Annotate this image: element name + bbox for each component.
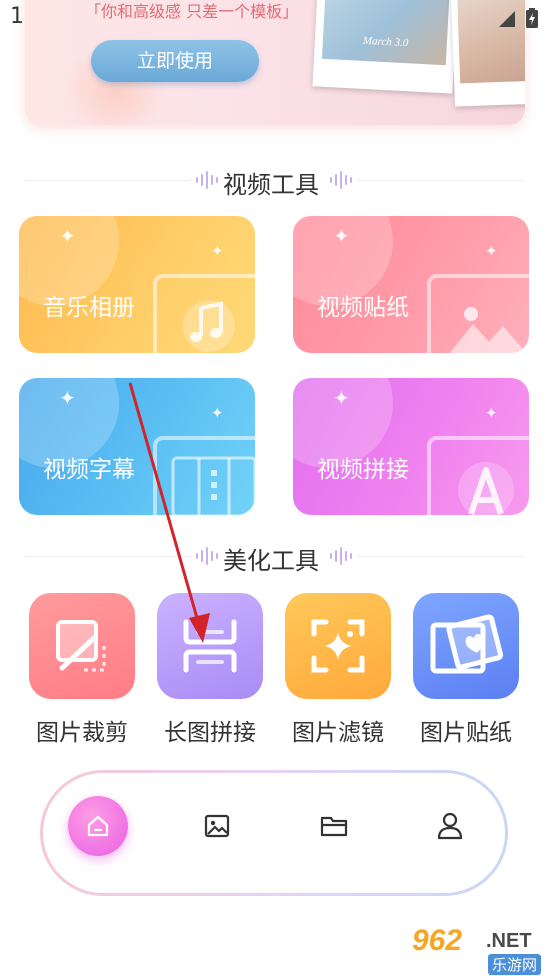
- video-splice-card[interactable]: ✦ ✦ 视频拼接: [293, 378, 529, 515]
- tool-label: 图片裁剪: [36, 720, 128, 746]
- sparkle-icon: ✦: [333, 224, 350, 248]
- tool-label: 长图拼接: [164, 720, 256, 746]
- image-mountain-icon: [449, 307, 527, 353]
- tool-label: 图片贴纸: [420, 720, 512, 746]
- watermark-number: 962: [412, 924, 463, 957]
- sparkle-icon: ✦: [211, 404, 224, 422]
- wave-decoration-icon: [330, 171, 352, 189]
- sparkle-icon: ✦: [485, 404, 498, 422]
- music-album-card[interactable]: ✦ ✦ 音乐相册: [19, 216, 255, 353]
- sparkle-icon: ✦: [211, 242, 224, 260]
- crop-icon: [56, 620, 106, 672]
- tool-label: 图片滤镜: [292, 720, 384, 746]
- image-filter-button[interactable]: [285, 593, 391, 699]
- sparkle-icon: ✦: [333, 386, 350, 410]
- card-label: 音乐相册: [43, 295, 135, 321]
- music-note-icon: [183, 300, 235, 352]
- banner-photo: March 3.0: [312, 0, 458, 94]
- wave-decoration-icon: [196, 171, 218, 189]
- video-sticker-card[interactable]: ✦ ✦ 视频贴纸: [293, 216, 529, 353]
- divider-right: [357, 180, 524, 181]
- long-stitch-icon: [183, 619, 237, 673]
- watermark-logo: 962 .NET 乐游网: [410, 922, 548, 975]
- photo-heart-icon: [430, 614, 503, 674]
- letter-a-icon: [458, 462, 514, 515]
- image-sticker-button[interactable]: [413, 593, 519, 699]
- video-subtitle-card[interactable]: ✦ ✦ 视频字幕: [19, 378, 255, 515]
- watermark-suffix: .NET: [486, 930, 532, 952]
- filter-sparkle-icon: [311, 619, 365, 673]
- image-crop-button[interactable]: [29, 593, 135, 699]
- divider-left: [25, 556, 190, 557]
- use-now-button[interactable]: 立即使用: [91, 40, 259, 82]
- section-title-beauty-tools: 美化工具: [223, 547, 319, 575]
- banner-tagline: 「你和高级感 只差一个模板」: [85, 2, 299, 21]
- photo-caption: March 3.0: [362, 34, 409, 50]
- wave-decoration-icon: [330, 547, 352, 565]
- image-icon[interactable]: [204, 814, 230, 838]
- divider-left: [25, 180, 190, 181]
- sparkle-icon: ✦: [59, 224, 76, 248]
- section-title-video-tools: 视频工具: [223, 171, 319, 199]
- profile-icon[interactable]: [437, 812, 463, 840]
- divider-right: [357, 556, 524, 557]
- wave-decoration-icon: [196, 547, 218, 565]
- long-image-stitch-button[interactable]: [157, 593, 263, 699]
- card-label: 视频字幕: [43, 457, 135, 483]
- card-label: 视频拼接: [317, 457, 409, 483]
- watermark-site: 乐游网: [488, 954, 542, 975]
- sparkle-icon: ✦: [485, 242, 498, 260]
- card-label: 视频贴纸: [317, 295, 409, 321]
- sparkle-icon: ✦: [59, 386, 76, 410]
- battery-icon: [526, 8, 538, 28]
- promo-banner[interactable]: 「你和高级感 只差一个模板」 立即使用 March 3.0: [25, 0, 525, 125]
- folder-icon[interactable]: [320, 814, 348, 838]
- nav-home-button[interactable]: [68, 796, 128, 856]
- home-icon: [87, 815, 109, 837]
- signal-icon: [499, 11, 515, 27]
- film-strip-icon: [171, 456, 255, 515]
